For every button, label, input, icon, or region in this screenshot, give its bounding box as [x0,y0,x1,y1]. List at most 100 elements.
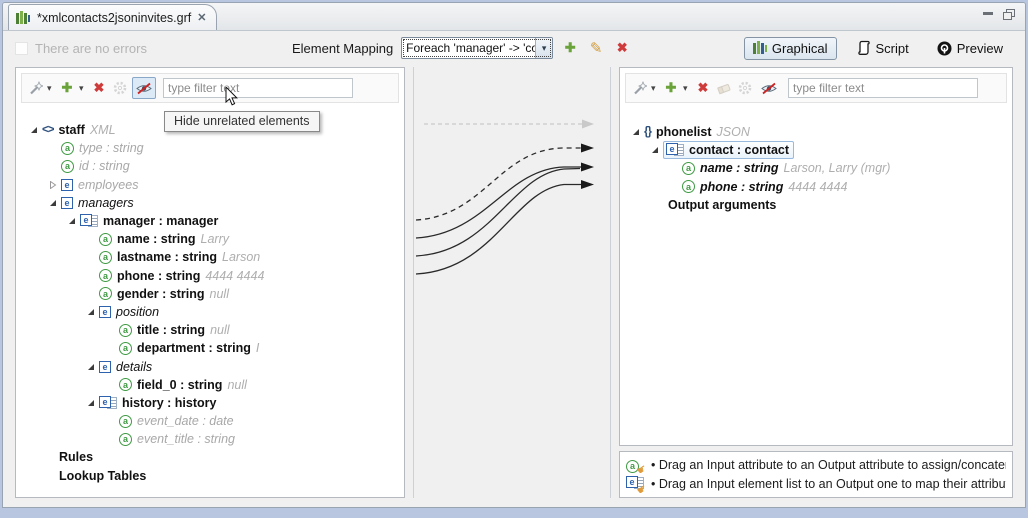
tree-row-phone[interactable]: a phone : string 4444 4444 [16,267,404,285]
tree-row-history[interactable]: e history : history [16,394,404,412]
help-line-element: e ☛ • Drag an Input element list to an O… [626,476,1006,493]
help-text: • Drag an Input element list to an Outpu… [651,477,1006,491]
settings-gear-icon[interactable] [111,79,129,97]
mouse-cursor-icon [225,87,239,107]
edit-mapping-button[interactable]: ✎ [587,39,605,57]
element-mapping-label: Element Mapping [292,41,393,56]
tree-row-id[interactable]: a id : string [16,157,404,175]
attribute-icon: a [61,142,74,155]
remove-node-button[interactable]: ✖ [90,79,108,97]
input-filter-field[interactable] [163,78,353,98]
minimize-view-icon[interactable] [983,10,994,19]
element-icon: e [61,197,73,209]
add-dropdown-icon[interactable]: ▾ [79,83,87,94]
tree-row-out-phone[interactable]: a phone : string 4444 4444 [620,178,1012,196]
tree-row-department[interactable]: a department : string I [16,339,404,357]
status-text: There are no errors [35,41,147,56]
restore-view-icon[interactable] [1003,9,1015,20]
settings-gear-icon[interactable] [736,79,754,97]
node-label: contact : contact [689,143,789,157]
tree-row-gender[interactable]: a gender : string null [16,285,404,303]
tree-row-phonelist[interactable]: {} phonelist JSON [620,123,1012,141]
node-value: Larson, Larry (mgr) [784,161,891,175]
tree-row-rules[interactable]: Rules [16,448,404,466]
node-label: title : string [137,323,205,337]
tree-row-output-arguments[interactable]: Output arguments [620,196,1012,214]
auto-map-wand-icon[interactable] [630,79,648,97]
tree-row-contact[interactable]: e contact : contact [620,141,1012,159]
tree-row-type[interactable]: a type : string [16,139,404,157]
tree-row-title[interactable]: a title : string null [16,321,404,339]
tree-row-position[interactable]: e position [16,303,404,321]
tree-row-manager[interactable]: e manager : manager [16,212,404,230]
mapping-canvas[interactable] [413,67,611,498]
remove-node-button[interactable]: ✖ [694,79,712,97]
delete-mapping-button[interactable]: ✖ [613,39,631,57]
wand-dropdown-icon[interactable]: ▾ [651,83,659,94]
script-label: Script [876,41,909,56]
editor-tab-bar: *xmlcontacts2jsoninvites.grf ✕ [3,3,1025,31]
tree-row-details[interactable]: e details [16,357,404,375]
help-text: • Drag an Input attribute to an Output a… [651,458,1006,472]
tree-row-event-title[interactable]: a event_title : string [16,430,404,448]
output-panel-toolbar: ▾ ✚ ▾ ✖ [625,73,1007,103]
node-label: phone : string [700,180,783,194]
section-label: Rules [59,450,93,464]
graphical-view-button[interactable]: Graphical [744,37,837,60]
json-root-icon: {} [644,126,651,138]
expander-expanded-icon[interactable] [647,146,663,154]
expander-collapsed-icon[interactable] [45,181,61,189]
editor-tab[interactable]: *xmlcontacts2jsoninvites.grf ✕ [8,4,217,30]
drag-element-list-icon: e ☛ [626,476,645,493]
selected-node[interactable]: e contact : contact [663,141,794,159]
tree-row-field0[interactable]: a field_0 : string null [16,376,404,394]
tree-row-name[interactable]: a name : string Larry [16,230,404,248]
hide-unrelated-button[interactable] [757,79,781,97]
expander-expanded-icon[interactable] [83,363,99,371]
expander-expanded-icon[interactable] [83,308,99,316]
attribute-icon: a [682,180,695,193]
add-node-button[interactable]: ✚ [662,79,680,97]
add-dropdown-icon[interactable]: ▾ [683,83,691,94]
expander-expanded-icon[interactable] [64,217,80,225]
node-suffix: XML [90,123,116,137]
attribute-icon: a [119,415,132,428]
attribute-icon: a [99,269,112,282]
mapping-arrow-name-name [416,163,594,239]
node-label: details [116,360,152,374]
wand-dropdown-icon[interactable]: ▾ [47,83,55,94]
output-filter-field[interactable] [788,78,978,98]
auto-map-wand-icon[interactable] [26,79,44,97]
status-indicator-box [15,42,28,55]
tree-row-lookup-tables[interactable]: Lookup Tables [16,467,404,485]
node-label: event_title : string [137,432,235,446]
element-list-icon: e [666,143,684,157]
section-label: Output arguments [668,198,776,212]
add-node-button[interactable]: ✚ [58,79,76,97]
element-icon: e [61,179,73,191]
node-label: gender : string [117,287,205,301]
node-label: event_date : date [137,414,234,428]
graphical-label: Graphical [772,41,828,56]
clover-file-icon [16,11,31,25]
expander-expanded-icon[interactable] [45,199,61,207]
mapping-select[interactable]: Foreach 'manager' -> 'contac ▾ [401,37,553,59]
attribute-icon: a [61,160,74,173]
tree-row-employees[interactable]: e employees [16,176,404,194]
eraser-icon[interactable] [715,79,733,97]
tree-row-managers[interactable]: e managers [16,194,404,212]
script-view-button[interactable]: Script [849,37,917,59]
expander-expanded-icon[interactable] [628,128,644,136]
chevron-down-icon[interactable]: ▾ [535,38,552,58]
preview-view-button[interactable]: Preview [929,38,1011,59]
tree-row-event-date[interactable]: a event_date : date [16,412,404,430]
tree-row-lastname[interactable]: a lastname : string Larson [16,248,404,266]
node-label: manager : manager [103,214,218,228]
preview-icon [937,41,952,56]
tab-close-icon[interactable]: ✕ [197,11,206,24]
hide-unrelated-button[interactable] [132,77,156,99]
expander-expanded-icon[interactable] [26,126,42,134]
add-mapping-button[interactable]: ✚ [561,39,579,57]
tree-row-out-name[interactable]: a name : string Larson, Larry (mgr) [620,159,1012,177]
expander-expanded-icon[interactable] [83,399,99,407]
